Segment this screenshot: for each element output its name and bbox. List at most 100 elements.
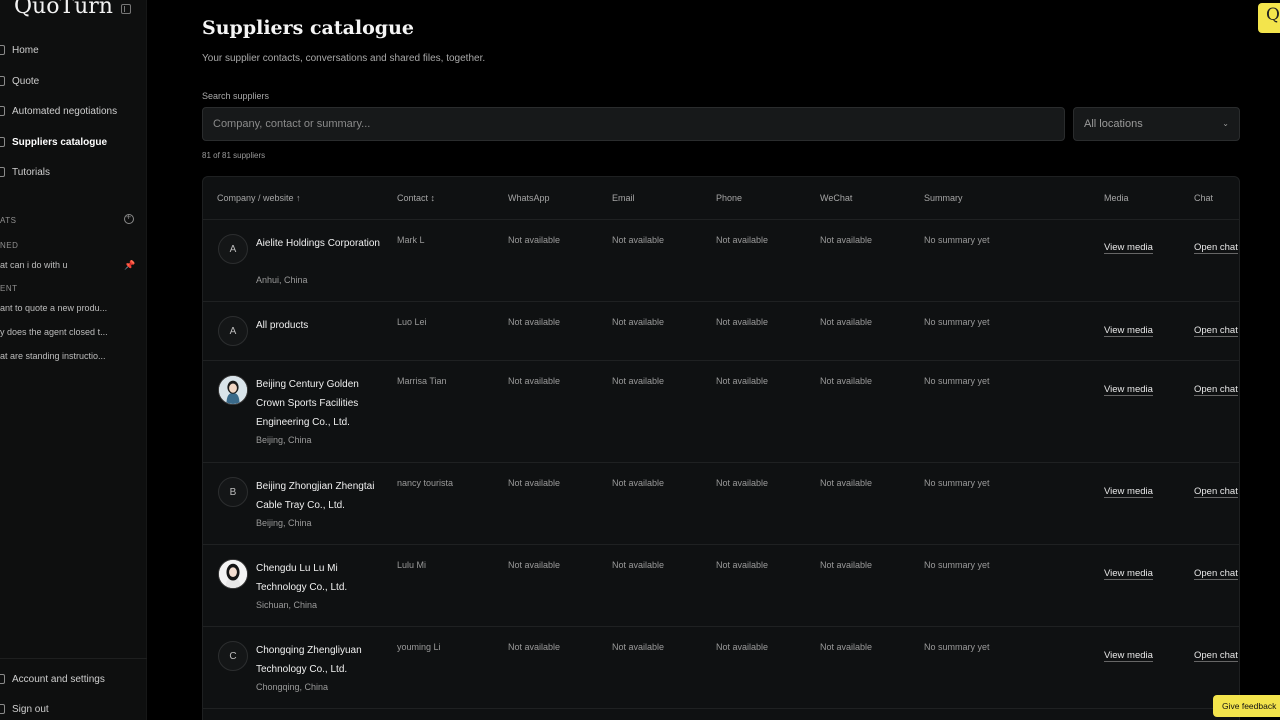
sign-out-label: Sign out bbox=[12, 703, 49, 715]
supplier-count: 81 of 81 suppliers bbox=[202, 151, 266, 160]
sidebar-item-tutorials[interactable]: Tutorials bbox=[0, 161, 50, 183]
avatar: C bbox=[218, 641, 248, 671]
whatsapp-value: Not available bbox=[508, 317, 561, 327]
email-value: Not available bbox=[612, 376, 665, 386]
table-row[interactable]: A All products Luo Lei Not available Not… bbox=[203, 302, 1239, 361]
view-media-link[interactable]: View media bbox=[1104, 384, 1153, 396]
whatsapp-value: Not available bbox=[508, 642, 561, 652]
chats-section-label: ATS bbox=[0, 216, 17, 225]
column-header-contact[interactable]: Contact ↕ bbox=[397, 193, 435, 203]
company-location: Beijing, China bbox=[256, 518, 312, 528]
view-media-link[interactable]: View media bbox=[1104, 325, 1153, 337]
summary-value: No summary yet bbox=[924, 235, 990, 245]
open-chat-link[interactable]: Open chat bbox=[1194, 384, 1238, 396]
summary-value: No summary yet bbox=[924, 317, 990, 327]
sidebar-item-automated-negotiations[interactable]: Automated negotiations bbox=[0, 100, 117, 122]
quote-icon bbox=[0, 76, 5, 86]
whatsapp-value: Not available bbox=[508, 560, 561, 570]
view-media-link[interactable]: View media bbox=[1104, 650, 1153, 662]
sign-out-link[interactable]: Sign out bbox=[0, 698, 49, 720]
view-media-link[interactable]: View media bbox=[1104, 242, 1153, 254]
assistant-badge[interactable]: Q bbox=[1258, 3, 1280, 33]
open-chat-link[interactable]: Open chat bbox=[1194, 325, 1238, 337]
supplier-photo-icon bbox=[219, 560, 247, 588]
avatar bbox=[218, 559, 248, 589]
search-input[interactable] bbox=[202, 107, 1065, 141]
recent-section-label: ENT bbox=[0, 284, 18, 293]
company-location: Anhui, China bbox=[256, 275, 308, 285]
table-row[interactable]: Beijing Century Golden Crown Sports Faci… bbox=[203, 361, 1239, 463]
new-chat-icon[interactable] bbox=[124, 212, 134, 224]
avatar: B bbox=[218, 477, 248, 507]
column-header-media: Media bbox=[1104, 193, 1129, 203]
sidebar-divider bbox=[0, 658, 147, 659]
table-row[interactable]: B Beijing Zhongjian Zhengtai Cable Tray … bbox=[203, 463, 1239, 545]
location-select[interactable]: All locations ⌄ bbox=[1073, 107, 1240, 141]
table-row[interactable]: C Chongqing Zhengliyuan Technology Co., … bbox=[203, 627, 1239, 709]
sidebar-item-label: Home bbox=[12, 44, 39, 56]
view-media-link[interactable]: View media bbox=[1104, 568, 1153, 580]
negotiation-icon bbox=[0, 106, 5, 116]
supplier-photo-icon bbox=[219, 376, 247, 404]
company-name[interactable]: Aielite Holdings Corporation bbox=[256, 234, 386, 253]
location-select-value: All locations bbox=[1084, 118, 1143, 130]
summary-value: No summary yet bbox=[924, 376, 990, 386]
whatsapp-value: Not available bbox=[508, 376, 561, 386]
tutorials-icon bbox=[0, 167, 5, 177]
wechat-value: Not available bbox=[820, 317, 873, 327]
sidebar-item-label: Quote bbox=[12, 75, 40, 87]
avatar: A bbox=[218, 316, 248, 346]
chat-item-recent[interactable]: ant to quote a new produ... bbox=[0, 303, 120, 313]
sidebar-item-suppliers-catalogue[interactable]: Suppliers catalogue bbox=[0, 131, 107, 153]
contact-name: youming Li bbox=[397, 642, 441, 652]
chat-item-pinned[interactable]: at can i do with u bbox=[0, 260, 120, 270]
phone-value: Not available bbox=[716, 560, 769, 570]
column-header-email: Email bbox=[612, 193, 635, 203]
phone-value: Not available bbox=[716, 478, 769, 488]
email-value: Not available bbox=[612, 317, 665, 327]
table-row[interactable]: A Aielite Holdings Corporation Anhui, Ch… bbox=[203, 220, 1239, 302]
settings-icon bbox=[0, 674, 5, 684]
open-chat-link[interactable]: Open chat bbox=[1194, 568, 1238, 580]
phone-value: Not available bbox=[716, 317, 769, 327]
company-name[interactable]: Beijing Century Golden Crown Sports Faci… bbox=[256, 375, 386, 432]
wechat-value: Not available bbox=[820, 478, 873, 488]
column-header-summary: Summary bbox=[924, 193, 963, 203]
column-header-company[interactable]: Company / website ↑ bbox=[217, 193, 301, 203]
chat-item-recent[interactable]: at are standing instructio... bbox=[0, 351, 120, 361]
sidebar-item-label: Suppliers catalogue bbox=[12, 136, 108, 148]
contact-name: Lulu Mi bbox=[397, 560, 427, 570]
view-media-link[interactable]: View media bbox=[1104, 486, 1153, 498]
open-chat-link[interactable]: Open chat bbox=[1194, 650, 1238, 662]
summary-value: No summary yet bbox=[924, 642, 990, 652]
chat-item-recent[interactable]: y does the agent closed t... bbox=[0, 327, 120, 337]
suppliers-table: Company / website ↑ Contact ↕ WhatsApp E… bbox=[202, 176, 1240, 720]
sidebar: QuoTurn Home Quote Automated negotiation… bbox=[0, 0, 147, 720]
table-header: Company / website ↑ Contact ↕ WhatsApp E… bbox=[203, 177, 1239, 220]
give-feedback-button[interactable]: Give feedback bbox=[1213, 695, 1280, 717]
company-name[interactable]: All products bbox=[256, 316, 386, 335]
avatar: A bbox=[218, 234, 248, 264]
open-chat-link[interactable]: Open chat bbox=[1194, 242, 1238, 254]
company-name[interactable]: Beijing Zhongjian Zhengtai Cable Tray Co… bbox=[256, 477, 386, 515]
contact-name: Mark L bbox=[397, 235, 425, 245]
search-label: Search suppliers bbox=[202, 91, 270, 101]
pinned-section-label: NED bbox=[0, 241, 19, 250]
sidebar-item-home[interactable]: Home bbox=[0, 39, 39, 61]
account-settings-link[interactable]: Account and settings bbox=[0, 668, 105, 690]
column-header-phone: Phone bbox=[716, 193, 743, 203]
pin-icon[interactable]: 📌 bbox=[124, 260, 135, 271]
catalogue-icon bbox=[0, 137, 5, 147]
sidebar-collapse-icon[interactable] bbox=[121, 4, 131, 14]
table-row[interactable]: Chengdu Lu Lu Mi Technology Co., Ltd. Si… bbox=[203, 545, 1239, 627]
app-logo[interactable]: QuoTurn bbox=[14, 0, 113, 19]
sidebar-item-quote[interactable]: Quote bbox=[0, 70, 39, 92]
open-chat-link[interactable]: Open chat bbox=[1194, 486, 1238, 498]
company-name[interactable]: Chongqing Zhengliyuan Technology Co., Lt… bbox=[256, 641, 386, 679]
avatar bbox=[218, 375, 248, 405]
company-location: Sichuan, China bbox=[256, 600, 318, 610]
phone-value: Not available bbox=[716, 376, 769, 386]
wechat-value: Not available bbox=[820, 560, 873, 570]
company-name[interactable]: Chengdu Lu Lu Mi Technology Co., Ltd. bbox=[256, 559, 386, 597]
contact-name: Luo Lei bbox=[397, 317, 427, 327]
